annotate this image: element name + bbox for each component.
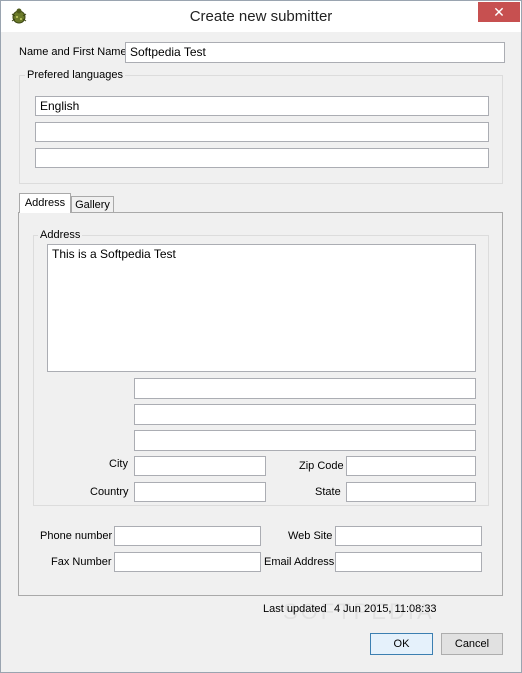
window-title: Create new submitter [189, 8, 333, 25]
state-input[interactable] [346, 482, 476, 502]
email-label: Email Address [264, 556, 335, 568]
title-bar: Create new submitter ✕ [1, 1, 521, 32]
country-label: Country [90, 486, 129, 498]
web-site-input[interactable] [335, 526, 482, 546]
city-input[interactable] [134, 456, 266, 476]
last-updated-value: 4 Jun 2015, 11:08:33 [334, 603, 437, 615]
language-field-3[interactable] [35, 148, 489, 168]
dialog-window: Create new submitter ✕ Name and First Na… [0, 0, 522, 673]
address-line-2[interactable] [134, 404, 476, 425]
fax-label: Fax Number [51, 556, 112, 568]
last-updated-label: Last updated [263, 603, 327, 615]
email-input[interactable] [335, 552, 482, 572]
web-site-label: Web Site [288, 530, 333, 542]
address-group-title: Address [38, 229, 83, 241]
tab-gallery[interactable]: Gallery [71, 196, 114, 213]
fax-input[interactable] [114, 552, 261, 572]
zip-code-label: Zip Code [299, 460, 344, 472]
phone-label: Phone number [40, 530, 113, 542]
phone-input[interactable] [114, 526, 261, 546]
address-textarea[interactable]: This is a Softpedia Test [47, 244, 476, 372]
zip-code-input[interactable] [346, 456, 476, 476]
languages-group-title: Prefered languages [25, 69, 126, 81]
city-label: City [109, 458, 128, 470]
ok-button[interactable]: OK [370, 633, 433, 655]
address-line-3[interactable] [134, 430, 476, 451]
close-icon[interactable]: ✕ [493, 4, 505, 20]
language-field-1[interactable]: English [35, 96, 489, 116]
state-label: State [315, 486, 341, 498]
language-field-2[interactable] [35, 122, 489, 142]
close-button[interactable]: ✕ [478, 2, 520, 22]
name-label: Name and First Name [19, 46, 127, 58]
tab-address[interactable]: Address [19, 193, 71, 213]
address-line-1[interactable] [134, 378, 476, 399]
cancel-button[interactable]: Cancel [441, 633, 503, 655]
country-input[interactable] [134, 482, 266, 502]
name-input[interactable]: Softpedia Test [125, 42, 505, 63]
